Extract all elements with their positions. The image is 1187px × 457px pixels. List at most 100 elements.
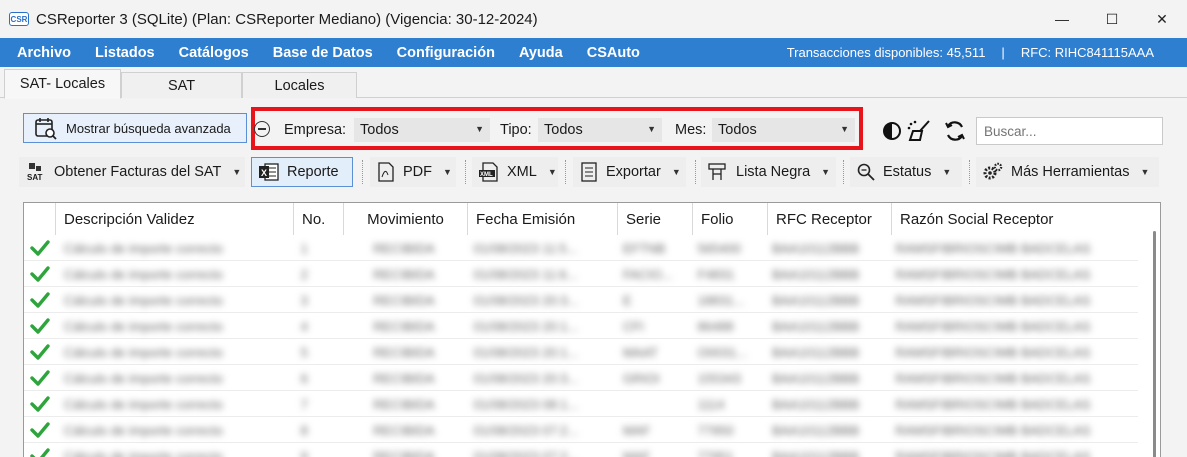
cell-serie — [615, 391, 690, 417]
table-row[interactable]: Cálculo de importe correcto 1 RECIBIDA 01/0… — [24, 235, 1138, 261]
refresh-button[interactable] — [940, 116, 970, 146]
pdf-label: PDF — [403, 164, 432, 180]
empresa-value: Todos — [360, 122, 399, 138]
tab-locales[interactable]: Locales — [242, 72, 357, 98]
maximize-button[interactable]: ☐ — [1087, 0, 1137, 38]
cell-descripcion: Cálculo de importe correcto — [63, 344, 223, 360]
header-folio[interactable]: Folio — [693, 203, 768, 235]
lista-negra-label: Lista Negra — [736, 164, 811, 180]
contrast-toggle-button[interactable] — [877, 116, 907, 146]
reporte-button[interactable]: X Reporte — [251, 157, 353, 187]
cell-rfc: BAA10112BBB — [772, 292, 860, 308]
header-rfc-receptor[interactable]: RFC Receptor — [768, 203, 892, 235]
cell-no: 8 — [300, 422, 308, 438]
cell-razon: RAMSFIBRIOSCIMB BADCELAS — [895, 318, 1091, 334]
excel-icon: X — [259, 163, 279, 181]
close-button[interactable]: ✕ — [1137, 0, 1187, 38]
cell-serie: FACIO... — [622, 266, 673, 282]
xml-button[interactable]: XML XML ▼ — [472, 157, 558, 187]
blacklist-icon — [708, 163, 726, 180]
cell-razon: RAMSFIBRIOSCIMB BADCELAS — [895, 344, 1091, 360]
cell-descripcion: Cálculo de importe correcto — [63, 318, 223, 334]
menu-listados[interactable]: Listados — [83, 38, 167, 67]
table-row[interactable]: Cálculo de importe correcto 8 RECIBIDA 01/0… — [24, 417, 1138, 443]
header-movimiento[interactable]: Movimiento — [344, 203, 468, 235]
cell-folio: F4831 — [697, 266, 735, 282]
cell-descripcion: Cálculo de importe correcto — [63, 396, 223, 412]
table-row[interactable]: Cálculo de importe correcto 2 RECIBIDA 01/0… — [24, 261, 1138, 287]
toolbar-separator — [565, 160, 566, 184]
cell-no: 1 — [300, 240, 308, 256]
cell-serie: EFTNB — [622, 240, 666, 256]
menu-configuracion[interactable]: Configuración — [385, 38, 507, 67]
cell-no: 4 — [300, 318, 308, 334]
exportar-label: Exportar — [606, 164, 661, 180]
vertical-scrollbar[interactable] — [1153, 231, 1156, 457]
cell-fecha: 01/08/2023 11:6... — [473, 266, 578, 282]
advanced-search-button[interactable]: Mostrar búsqueda avanzada — [23, 113, 247, 143]
pdf-icon — [378, 162, 394, 182]
chevron-down-icon: ▼ — [840, 124, 849, 134]
tipo-select[interactable]: Todos ▼ — [538, 118, 662, 142]
tab-sat[interactable]: SAT — [121, 72, 242, 98]
menu-catalogos[interactable]: Catálogos — [167, 38, 261, 67]
cell-rfc: BAA10112BBB — [772, 344, 860, 360]
mes-select[interactable]: Todos ▼ — [712, 118, 855, 142]
advanced-search-label: Mostrar búsqueda avanzada — [66, 120, 231, 136]
table-row[interactable]: Cálculo de importe correcto 6 RECIBIDA 01/0… — [24, 365, 1138, 391]
cell-serie: MAAT — [622, 344, 658, 360]
cell-movimiento: RECIBIDA — [373, 448, 435, 457]
valid-check-icon — [24, 365, 56, 391]
tab-sat-locales[interactable]: SAT- Locales — [4, 69, 121, 99]
menu-status: Transacciones disponibles: 45,511 | RFC:… — [787, 45, 1187, 60]
header-razon-social[interactable]: Razón Social Receptor — [892, 203, 1144, 235]
menu-archivo[interactable]: Archivo — [0, 38, 83, 67]
pdf-button[interactable]: PDF ▼ — [370, 157, 456, 187]
xml-label: XML — [507, 164, 537, 180]
reporte-label: Reporte — [287, 164, 339, 180]
header-serie[interactable]: Serie — [618, 203, 693, 235]
menu-ayuda[interactable]: Ayuda — [507, 38, 575, 67]
table-row[interactable]: Cálculo de importe correcto 9 RECIBIDA 01/0… — [24, 443, 1138, 457]
chevron-down-icon: ▼ — [942, 167, 952, 177]
minimize-button[interactable]: — — [1037, 0, 1087, 38]
table-row[interactable]: Cálculo de importe correcto 5 RECIBIDA 01/0… — [24, 339, 1138, 365]
table-row[interactable]: Cálculo de importe correcto 4 RECIBIDA 01/0… — [24, 313, 1138, 339]
cell-fecha: 01/08/2023 20:3... — [473, 292, 579, 308]
search-input[interactable] — [976, 117, 1163, 145]
menu-base-de-datos[interactable]: Base de Datos — [261, 38, 385, 67]
valid-check-icon — [24, 443, 56, 457]
app-logo-icon: CSR — [9, 12, 29, 26]
mas-herramientas-button[interactable]: Más Herramientas ▼ — [976, 157, 1159, 187]
menu-csauto[interactable]: CSAuto — [575, 38, 652, 67]
valid-check-icon — [24, 313, 56, 339]
exportar-button[interactable]: Exportar ▼ — [573, 157, 686, 187]
transactions-available: Transacciones disponibles: 45,511 — [786, 45, 986, 60]
valid-check-icon — [24, 235, 56, 261]
clear-filter-button[interactable] — [905, 116, 935, 146]
cell-folio: 86488 — [697, 318, 734, 334]
header-no[interactable]: No. — [294, 203, 344, 235]
empresa-select[interactable]: Todos ▼ — [354, 118, 490, 142]
title-bar: CSR CSReporter 3 (SQLite) (Plan: CSRepor… — [0, 0, 1187, 38]
cell-descripcion: Cálculo de importe correcto — [63, 240, 223, 256]
contrast-icon — [883, 122, 901, 140]
table-row[interactable]: Cálculo de importe correcto 3 RECIBIDA 01/0… — [24, 287, 1138, 313]
collapse-filter-icon[interactable] — [254, 121, 270, 137]
cell-movimiento: RECIBIDA — [373, 370, 435, 386]
header-descripcion[interactable]: Descripción Validez — [56, 203, 294, 235]
mes-label: Mes: — [675, 122, 707, 138]
table-row[interactable]: Cálculo de importe correcto 7 RECIBIDA 01/0… — [24, 391, 1138, 417]
chevron-down-icon: ▼ — [547, 167, 557, 177]
cell-fecha: 01/08/2023 07:2... — [473, 448, 579, 457]
cell-razon: RAMSFIBRIOSCIMB BADCELAS — [895, 422, 1091, 438]
svg-text:X: X — [261, 168, 267, 178]
broom-icon — [907, 120, 930, 141]
lista-negra-button[interactable]: Lista Negra ▼ — [701, 157, 836, 187]
header-fecha-emision[interactable]: Fecha Emisión — [468, 203, 618, 235]
cell-rfc: BAA10112BBB — [772, 422, 860, 438]
obtener-facturas-button[interactable]: SAT Obtener Facturas del SAT ▼ — [19, 157, 245, 187]
invoice-grid: Descripción Validez No. Movimiento Fecha… — [23, 202, 1161, 457]
estatus-button[interactable]: Estatus ▼ — [850, 157, 962, 187]
cell-rfc: BAA10112BBB — [772, 448, 860, 457]
